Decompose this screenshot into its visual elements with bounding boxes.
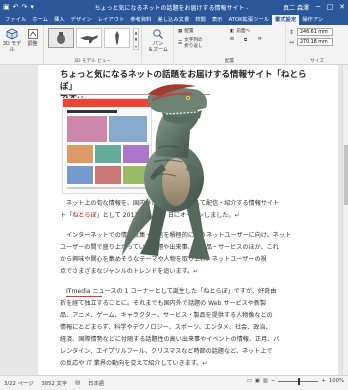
paragraph-3-line-4: 情報にとどまらず、科学やテクノロジー、スポーツ、エンタメ、社会、政治、 xyxy=(60,324,272,331)
dino-side-thumb-icon xyxy=(80,35,98,43)
group-icon: ⧉ xyxy=(244,38,248,43)
dino-front-thumb-icon xyxy=(57,32,65,44)
word-count[interactable]: 3852 文字 xyxy=(41,379,67,387)
scrollbar-thumb[interactable] xyxy=(344,145,348,205)
align-icon: ⊟ xyxy=(230,37,234,42)
title-bar: ▣ ↶ ↷ ▾ ちょっと気になるネットの話題をお届けする情報サイト - 真二 森… xyxy=(0,0,348,14)
cube-icon xyxy=(6,28,18,40)
customize-qat-icon[interactable]: ▾ xyxy=(30,3,34,11)
gallery-scroll[interactable]: ▲ ▼ ▾ xyxy=(133,28,139,50)
paragraph-mark-icon: ↵ xyxy=(202,360,208,367)
paragraph-3-line-3: 品、アニメ、ゲーム、キャラクター、サービス・製品を提供する人物像などの xyxy=(60,312,273,319)
tab-design[interactable]: デザイン xyxy=(68,15,95,25)
ribbon: 3D モデ ル 調整 ▲ ▼ ▾ 3D モデル ビュー パン ＆ズーム ▦ 配置… xyxy=(0,25,348,65)
zoom-slider-thumb[interactable] xyxy=(298,377,301,385)
paragraph-3-line-6: レンタイン、エイプリルフール、クリスマスなど時節の話題など、ネット上で xyxy=(60,348,273,355)
window-title: ちょっと気になるネットの話題をお届けする情報サイト - xyxy=(94,4,249,12)
tab-mailings[interactable]: 差し込み文書 xyxy=(154,15,192,25)
page-count[interactable]: 3/22 ページ xyxy=(4,379,33,387)
3d-view-top[interactable] xyxy=(104,28,130,48)
redo-icon[interactable]: ↷ xyxy=(22,3,28,11)
maximize-button[interactable]: □ xyxy=(324,3,336,11)
vertical-scrollbar[interactable] xyxy=(342,65,348,375)
tab-view[interactable]: 表示 xyxy=(209,15,226,25)
tab-format[interactable]: 書式設定 xyxy=(272,15,300,25)
bring-forward-button[interactable]: ◧ 前面へ xyxy=(230,28,250,35)
read-mode-icon[interactable]: ▭ xyxy=(247,378,252,384)
print-layout-icon[interactable]: ▣ xyxy=(255,378,260,384)
zoom-level[interactable]: 100% xyxy=(329,378,344,384)
width-icon: ↔ xyxy=(289,39,295,46)
tab-home[interactable]: ホーム xyxy=(29,15,51,25)
position-icon: ▦ xyxy=(178,28,183,34)
ribbon-group-3d-view: ▲ ▼ ▾ 3D モデル ビュー xyxy=(44,25,142,65)
3d-view-side[interactable] xyxy=(76,28,102,48)
reset-icon xyxy=(27,29,38,39)
tab-references[interactable]: 参考資料 xyxy=(127,15,154,25)
tab-file[interactable]: ファイル xyxy=(2,15,29,25)
dinosaur-3d-model[interactable] xyxy=(118,78,230,266)
ribbon-group-adjust: 3D モデ ル 調整 xyxy=(0,25,44,65)
ribbon-group-size: ↕ 246.61 mm ↔ 270.18 mm サイズ xyxy=(286,25,348,65)
spellcheck-underline xyxy=(66,296,102,297)
height-field[interactable]: 246.61 mm xyxy=(297,28,333,36)
pan-zoom-button[interactable]: パン ＆ズーム xyxy=(146,28,170,53)
paragraph-2-line-4: 点でさまざまなジャンルのトレンドを追います。↵ xyxy=(60,268,199,275)
zoom-control: ▭ ▣ ▥ − + 100% xyxy=(247,377,344,385)
rotate-button[interactable]: ⟳ xyxy=(258,37,262,42)
ribbon-tabs: ファイル ホーム 挿入 デザイン レイアウト 参考資料 差し込み文書 校閲 表示… xyxy=(0,14,348,25)
3d-view-front[interactable] xyxy=(48,28,74,48)
undo-icon[interactable]: ↶ xyxy=(13,3,19,11)
tab-tell-me[interactable]: 操作アシ xyxy=(299,15,326,25)
proofing-icon[interactable]: ▤ xyxy=(75,380,80,386)
web-layout-icon[interactable]: ▥ xyxy=(263,378,268,384)
align-button[interactable]: ⊟ xyxy=(230,37,234,42)
user-name[interactable]: 真二 森澤 xyxy=(283,3,312,12)
paragraph-3-line-7: の反応や IT 業界の動向を交えて紹介していきます。↵ xyxy=(60,360,208,367)
position-button[interactable]: ▦ 配置 xyxy=(178,28,194,35)
ribbon-group-pan-zoom: パン ＆ズーム xyxy=(142,25,174,65)
quick-access-toolbar: ▣ ↶ ↷ ▾ xyxy=(0,3,60,11)
tab-atok[interactable]: ATOK拡張ツール xyxy=(225,15,272,25)
zoom-slider[interactable] xyxy=(278,377,319,385)
ribbon-group-arrange: ▦ 配置 ☰ 文字列の 折り返し ◧ 前面へ ⊟ ⧉ ⟳ 配置 xyxy=(174,25,286,65)
close-button[interactable]: ✕ xyxy=(336,3,348,11)
paragraph-mark-icon: ↵ xyxy=(193,268,199,275)
height-icon: ↕ xyxy=(289,29,295,36)
wrap-text-button[interactable]: ☰ 文字列の 折り返し xyxy=(178,37,203,49)
paragraph-3-line-5: 経済、国際情勢などに付随する話題性の高い出来事やイベントの情報、正月、バ xyxy=(60,336,280,343)
language[interactable]: 日本語 xyxy=(88,379,104,387)
tab-review[interactable]: 校閲 xyxy=(192,15,209,25)
dino-top-thumb-icon xyxy=(115,31,119,45)
3d-model-button[interactable]: 3D モデ ル xyxy=(2,28,22,53)
magnifier-icon xyxy=(153,29,163,39)
tab-layout[interactable]: レイアウト xyxy=(95,15,128,25)
group-button[interactable]: ⧉ xyxy=(244,37,247,43)
netorabo-link[interactable]: ねとらぼ xyxy=(72,212,96,219)
wrap-text-icon: ☰ xyxy=(178,40,183,46)
zoom-in-icon[interactable]: + xyxy=(321,378,325,384)
adjust-button[interactable]: 調整 xyxy=(23,28,42,47)
paragraph-3-line-2: 折を経て独立することに。それまでも国内外で話題の Web サービスや新製 xyxy=(60,300,267,307)
save-icon[interactable]: ▣ xyxy=(3,3,10,11)
tab-insert[interactable]: 挿入 xyxy=(51,15,68,25)
bring-forward-icon: ◧ xyxy=(230,28,235,34)
rotate-icon: ⟳ xyxy=(258,37,262,42)
paragraph-mark-icon: ↵ xyxy=(234,212,240,219)
minimize-button[interactable]: ─ xyxy=(312,3,324,11)
zoom-out-icon[interactable]: − xyxy=(271,378,275,384)
width-field[interactable]: 270.18 mm xyxy=(297,38,333,46)
